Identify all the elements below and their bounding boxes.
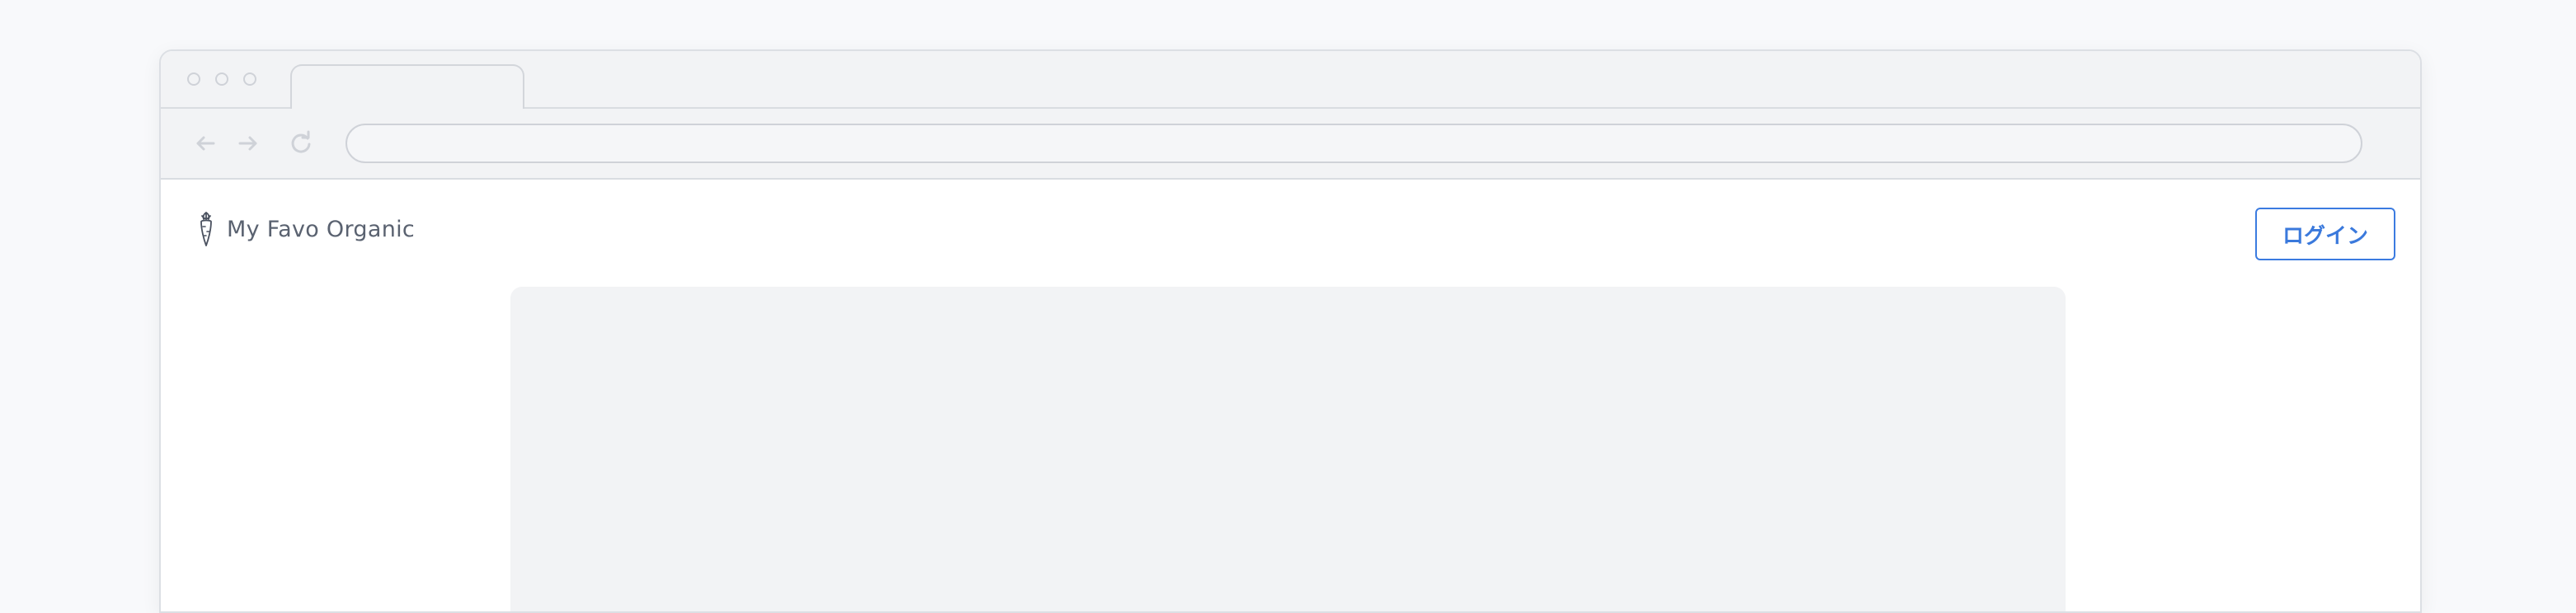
brand-logo-link[interactable]: My Favo Organic	[195, 211, 415, 247]
close-window-dot[interactable]	[187, 73, 200, 86]
browser-toolbar	[161, 109, 2420, 180]
carrot-icon	[200, 212, 212, 246]
reload-icon[interactable]	[288, 130, 314, 157]
brand-name: My Favo Organic	[227, 216, 416, 242]
login-button[interactable]: ログイン	[2255, 208, 2395, 260]
browser-tab[interactable]	[290, 64, 524, 109]
arrow-right-icon[interactable]	[235, 130, 261, 157]
minimize-window-dot[interactable]	[215, 73, 228, 86]
browser-window: My Favo Organic ログイン	[159, 49, 2422, 613]
maximize-window-dot[interactable]	[243, 73, 256, 86]
arrow-left-icon[interactable]	[192, 130, 219, 157]
address-bar[interactable]	[346, 124, 2362, 163]
title-bar	[161, 51, 2420, 109]
hero-placeholder	[510, 287, 2066, 611]
page-content: My Favo Organic ログイン	[161, 180, 2420, 611]
